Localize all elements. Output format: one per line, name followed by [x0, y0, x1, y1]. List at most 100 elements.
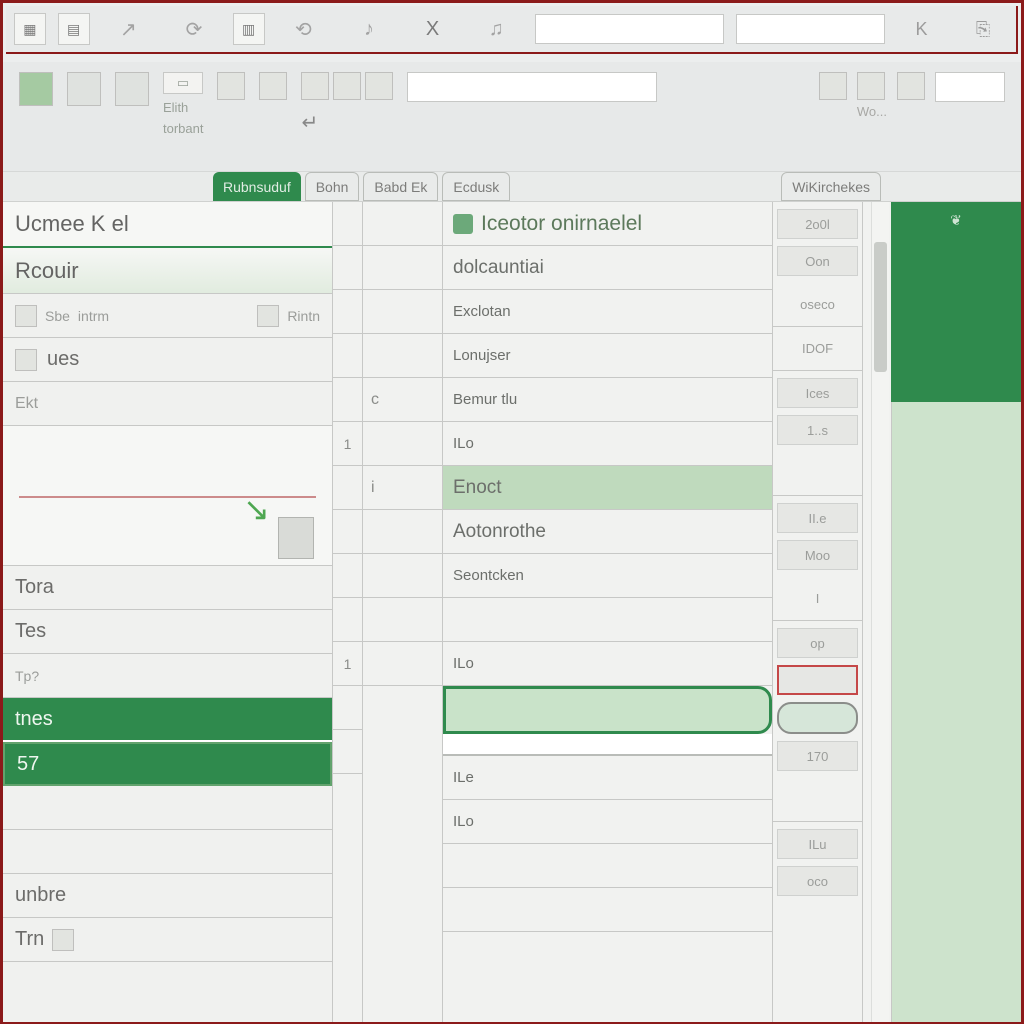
panel-row-trn[interactable]: Trn — [3, 918, 332, 962]
value-selected[interactable] — [777, 665, 858, 695]
value-badge[interactable]: II.e — [777, 503, 858, 533]
value[interactable]: IDOF — [773, 327, 862, 371]
cell[interactable]: Seontcken — [443, 554, 772, 598]
undo-icon[interactable]: ⟲ — [277, 13, 331, 45]
value-badge[interactable]: 1..s — [777, 415, 858, 445]
panel-row-57[interactable]: 57 — [3, 742, 332, 786]
cell[interactable]: Exclotan — [443, 290, 772, 334]
cell[interactable] — [363, 290, 442, 334]
refresh-icon[interactable]: ⟳ — [167, 13, 221, 45]
cell[interactable] — [363, 246, 442, 290]
music-icon[interactable]: ♫ — [469, 13, 523, 45]
cell[interactable]: c — [363, 378, 442, 422]
value[interactable]: oseco — [773, 283, 862, 327]
cell[interactable] — [443, 598, 772, 642]
right-panel-header[interactable]: ❦ — [891, 202, 1021, 402]
cell[interactable] — [363, 598, 442, 642]
row-num[interactable] — [333, 730, 362, 774]
value-badge[interactable]: oco — [777, 866, 858, 896]
section-title[interactable]: Iceotor onirnaelel — [443, 202, 772, 246]
cell[interactable] — [443, 844, 772, 888]
tab-5[interactable]: WiKirchekes — [781, 172, 881, 201]
formula-input[interactable] — [736, 14, 885, 44]
cell[interactable] — [443, 888, 772, 932]
ribbon-mini-icon[interactable]: ▭ — [163, 72, 203, 94]
cell[interactable] — [363, 554, 442, 598]
value-badge[interactable]: Ices — [777, 378, 858, 408]
value-badge[interactable]: 2o0l — [777, 209, 858, 239]
row-num[interactable] — [333, 510, 362, 554]
vertical-scrollbar[interactable] — [871, 202, 889, 1022]
scrollbar-thumb[interactable] — [874, 242, 887, 372]
row-num[interactable] — [333, 378, 362, 422]
row-num[interactable] — [333, 598, 362, 642]
grid-icon[interactable]: ▦ — [14, 13, 46, 45]
panel-row-ekt[interactable]: Ekt — [3, 382, 332, 426]
row-num[interactable] — [333, 290, 362, 334]
cell[interactable]: Lonujser — [443, 334, 772, 378]
ribbon-btn-a[interactable] — [301, 72, 329, 100]
tab-3[interactable]: Babd Ek — [363, 172, 438, 201]
value-badge[interactable]: ILu — [777, 829, 858, 859]
note-icon[interactable]: ♪ — [342, 13, 396, 45]
value-badge[interactable]: 170 — [777, 741, 858, 771]
panel-row-ues[interactable]: ues — [3, 338, 332, 382]
value-badge[interactable]: Moo — [777, 540, 858, 570]
window-icon[interactable]: ⎘ — [958, 19, 1008, 40]
value-badge[interactable]: op — [777, 628, 858, 658]
spreadsheet-grid[interactable]: 1 1 c i — [333, 202, 1021, 1022]
ribbon-right-2[interactable] — [857, 72, 885, 100]
ribbon-grid-1[interactable] — [217, 72, 245, 100]
ribbon-grid-2[interactable] — [259, 72, 287, 100]
ribbon-input[interactable] — [407, 72, 657, 102]
value-badge[interactable]: Oon — [777, 246, 858, 276]
cell-highlight[interactable]: Enoct — [443, 466, 772, 510]
enter-icon[interactable]: ↵ — [301, 110, 393, 135]
cell[interactable] — [363, 334, 442, 378]
row-num[interactable] — [333, 466, 362, 510]
cell[interactable]: ILo — [443, 800, 772, 844]
panel-row-tes[interactable]: Tes — [3, 610, 332, 654]
row-num[interactable] — [333, 554, 362, 598]
panel-row-tpen[interactable]: Tp? — [3, 654, 332, 698]
cell[interactable]: i — [363, 466, 442, 510]
tool-icon-a[interactable]: ▤ — [58, 13, 90, 45]
ribbon-right-1[interactable] — [819, 72, 847, 100]
ribbon-small-input[interactable] — [935, 72, 1005, 102]
cell[interactable] — [363, 422, 442, 466]
row-num[interactable]: 1 — [333, 422, 362, 466]
cell[interactable]: Aotonrothe — [443, 510, 772, 554]
row-num[interactable] — [333, 334, 362, 378]
cell-underline[interactable] — [443, 734, 772, 756]
tab-4[interactable]: Ecdusk — [442, 172, 510, 201]
cell[interactable]: ILo — [443, 422, 772, 466]
tab-2[interactable]: Bohn — [305, 172, 360, 201]
close-icon[interactable]: X — [408, 18, 458, 41]
value-pill[interactable] — [777, 702, 858, 734]
panel-row-tora[interactable]: Tora — [3, 566, 332, 610]
cell[interactable]: dolcauntiai — [443, 246, 772, 290]
ribbon-btn-c[interactable] — [365, 72, 393, 100]
row-num[interactable]: 1 — [333, 642, 362, 686]
tool-icon-b[interactable]: ▥ — [233, 13, 265, 45]
value[interactable] — [773, 452, 862, 496]
cell[interactable] — [363, 510, 442, 554]
ribbon-tool-1[interactable] — [67, 72, 101, 106]
cell[interactable] — [363, 642, 442, 686]
name-input[interactable] — [535, 14, 724, 44]
cell[interactable]: Bemur tlu — [443, 378, 772, 422]
panel-row-tnes[interactable]: tnes — [3, 698, 332, 742]
ribbon-btn-b[interactable] — [333, 72, 361, 100]
row-num[interactable] — [333, 246, 362, 290]
ribbon-tool-2[interactable] — [115, 72, 149, 106]
cell[interactable]: ILo — [443, 642, 772, 686]
ribbon-right-3[interactable] — [897, 72, 925, 100]
panel-row-unbre[interactable]: unbre — [3, 874, 332, 918]
cell[interactable] — [363, 202, 442, 246]
home-icon[interactable] — [19, 72, 53, 106]
tab-1[interactable]: Rubnsuduf — [213, 172, 301, 201]
panel-subtitle[interactable]: Rcouir — [3, 248, 332, 294]
value[interactable] — [773, 778, 862, 822]
row-num[interactable] — [333, 686, 362, 730]
row-num[interactable] — [333, 202, 362, 246]
